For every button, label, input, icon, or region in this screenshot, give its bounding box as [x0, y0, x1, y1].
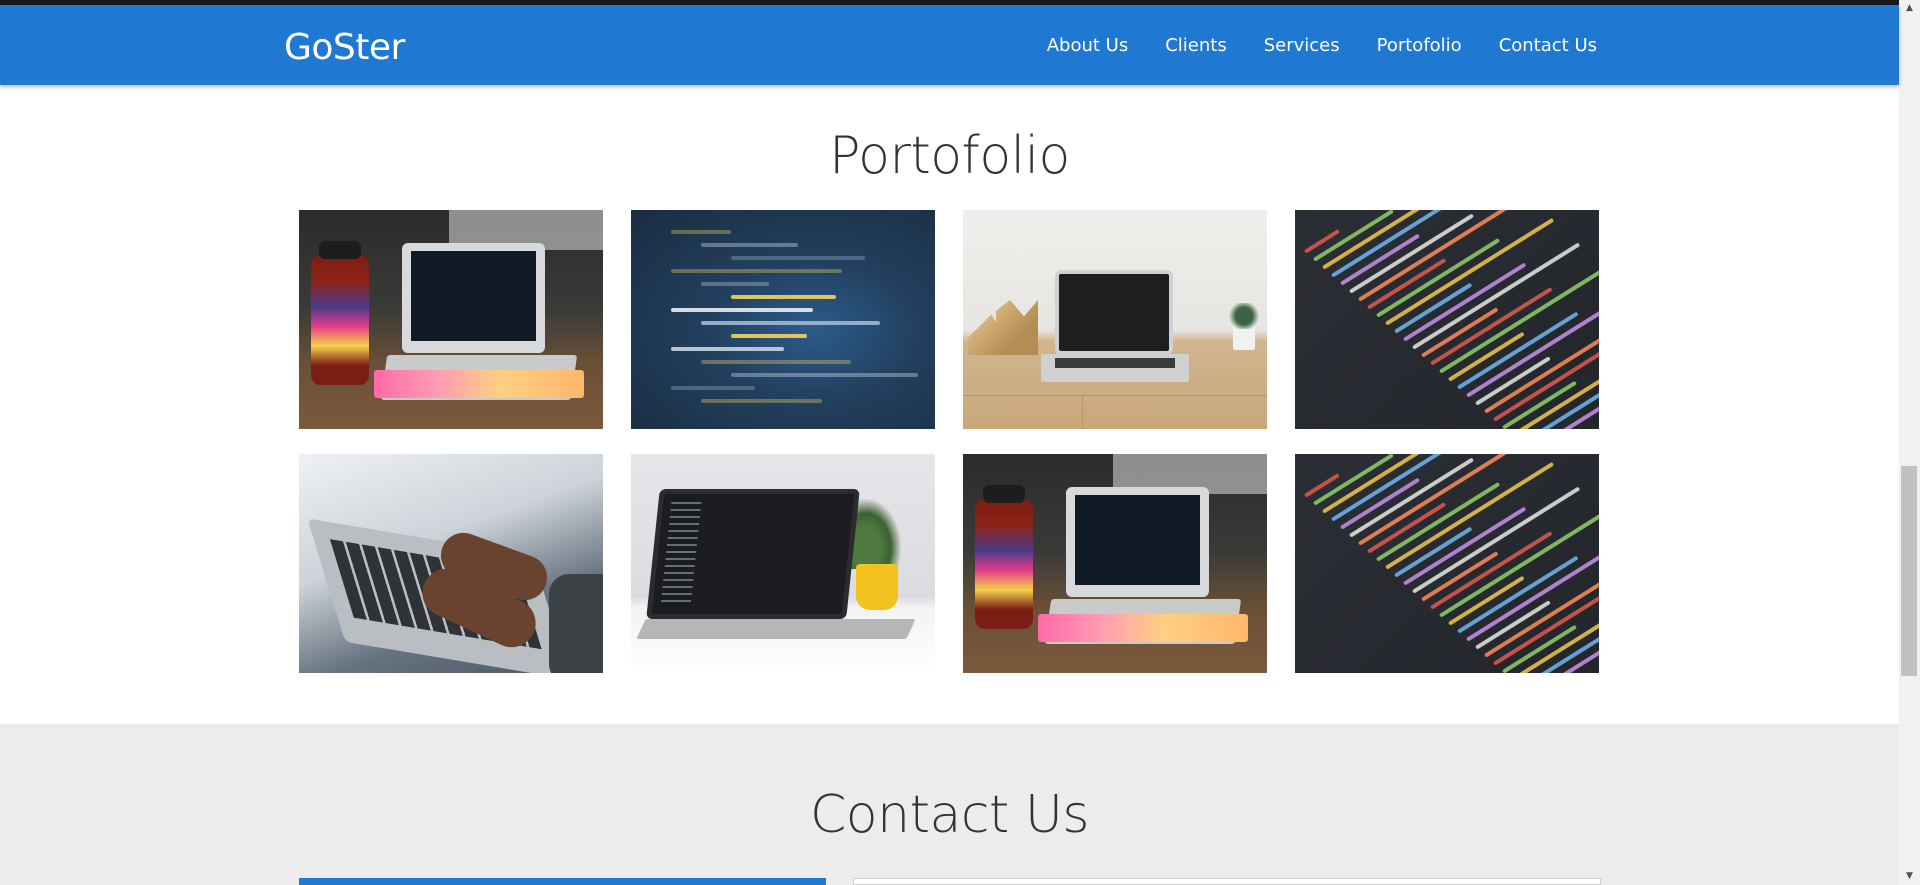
portfolio-image-1[interactable] [299, 210, 603, 429]
navbar: GoSter About Us Clients Services Portofo… [0, 5, 1899, 85]
portfolio-grid [299, 210, 1601, 674]
nav-clients[interactable]: Clients [1165, 35, 1227, 56]
portfolio-image-7[interactable] [963, 454, 1267, 673]
contact-form-panel [853, 878, 1601, 885]
scroll-down-icon[interactable]: ▼ [1899, 868, 1920, 885]
nav-portofolio[interactable]: Portofolio [1377, 35, 1462, 56]
nav-about-us[interactable]: About Us [1047, 35, 1129, 56]
contact-info-panel [299, 878, 826, 885]
page-scrollbar[interactable]: ▲ ▼ [1899, 0, 1920, 885]
portfolio-image-3[interactable] [963, 210, 1267, 429]
nav-contact-us[interactable]: Contact Us [1499, 35, 1597, 56]
portfolio-image-2[interactable] [631, 210, 935, 429]
contact-title: Contact Us [810, 785, 1090, 845]
portfolio-title: Portofolio [829, 126, 1070, 186]
portfolio-image-4[interactable] [1295, 210, 1599, 429]
portfolio-image-5[interactable] [299, 454, 603, 673]
portfolio-image-6[interactable] [631, 454, 935, 673]
brand-logo[interactable]: GoSter [284, 27, 405, 68]
scrollbar-thumb[interactable] [1901, 466, 1917, 676]
nav-services[interactable]: Services [1264, 35, 1340, 56]
scroll-up-icon[interactable]: ▲ [1899, 0, 1920, 17]
portfolio-image-8[interactable] [1295, 454, 1599, 673]
nav-links: About Us Clients Services Portofolio Con… [1047, 35, 1597, 56]
